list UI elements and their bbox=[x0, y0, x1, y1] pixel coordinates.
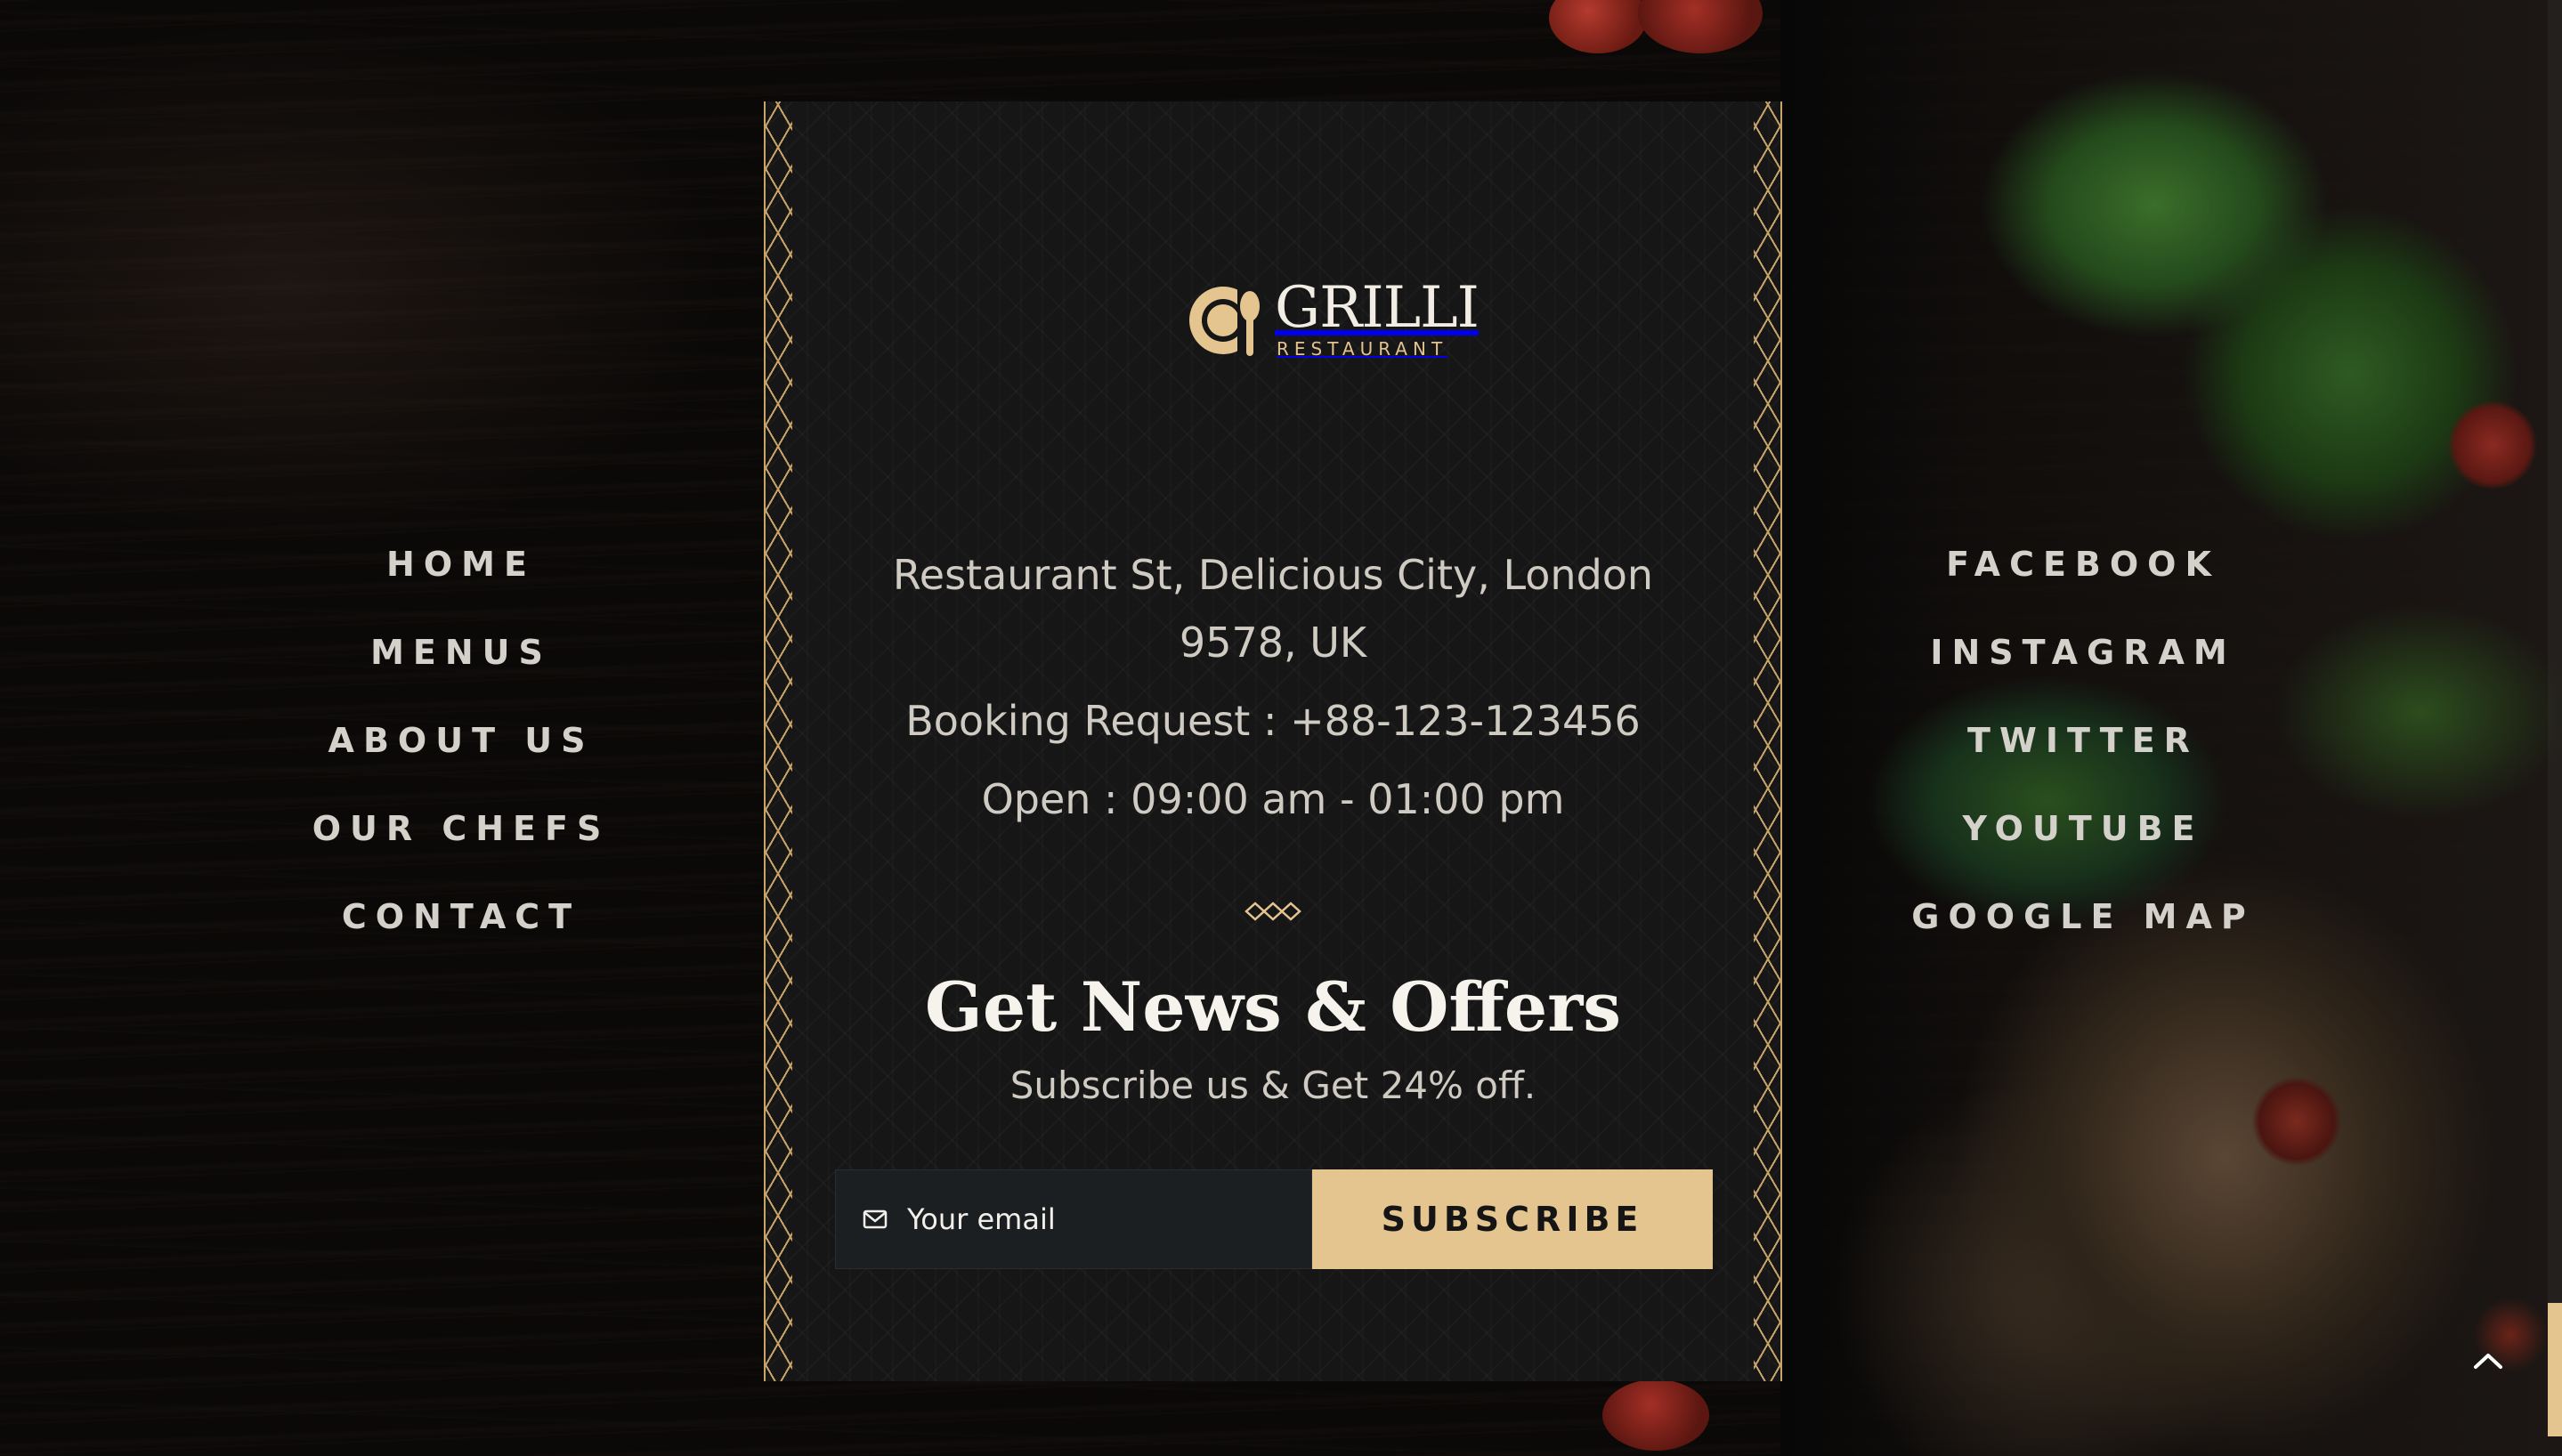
logo[interactable]: GRILLI RESTAURANT bbox=[1188, 279, 1480, 360]
scrollbar-track[interactable] bbox=[2548, 0, 2562, 1303]
footer-link-about-us[interactable]: ABOUT US bbox=[328, 710, 595, 798]
subscribe-button[interactable]: SUBSCRIBE bbox=[1312, 1169, 1713, 1269]
back-to-top-button[interactable] bbox=[2430, 1303, 2546, 1419]
email-input[interactable] bbox=[907, 1193, 1299, 1246]
footer-nav: HOME MENUS ABOUT US OUR CHEFS CONTACT bbox=[194, 534, 728, 975]
decorative-border-left bbox=[764, 101, 792, 1381]
logo-tagline: RESTAURANT bbox=[1277, 338, 1448, 360]
email-field-wrapper[interactable] bbox=[835, 1169, 1312, 1269]
chevron-up-icon bbox=[2474, 1354, 2502, 1369]
footer-brand-card: GRILLI RESTAURANT Restaurant St, Delicio… bbox=[764, 101, 1782, 1381]
plate-spoon-icon bbox=[1189, 287, 1264, 358]
logo-name: GRILLI bbox=[1275, 275, 1480, 341]
social-link-facebook[interactable]: FACEBOOK bbox=[1946, 534, 2220, 622]
opening-hours: Open : 09:00 am - 01:00 pm bbox=[981, 775, 1565, 823]
subscribe-form: SUBSCRIBE bbox=[835, 1169, 1713, 1269]
booking-phone: Booking Request : +88-123-123456 bbox=[905, 697, 1641, 745]
social-link-youtube[interactable]: YOUTUBE bbox=[1962, 798, 2203, 886]
scrollbar-thumb[interactable] bbox=[2548, 1303, 2562, 1436]
social-link-google-map[interactable]: GOOGLE MAP bbox=[1911, 886, 2254, 975]
social-nav: FACEBOOK INSTAGRAM TWITTER YOUTUBE GOOGL… bbox=[1816, 534, 2350, 975]
mail-icon bbox=[863, 1209, 888, 1229]
social-link-twitter[interactable]: TWITTER bbox=[1967, 710, 2199, 798]
newsletter-subtitle: Subscribe us & Get 24% off. bbox=[1009, 1064, 1536, 1107]
address-text: Restaurant St, Delicious City, London 95… bbox=[892, 551, 1654, 667]
social-link-instagram[interactable]: INSTAGRAM bbox=[1930, 622, 2235, 710]
footer-link-menus[interactable]: MENUS bbox=[370, 622, 552, 710]
footer-link-home[interactable]: HOME bbox=[386, 534, 536, 622]
footer-link-our-chefs[interactable]: OUR CHEFS bbox=[312, 798, 611, 886]
diamond-separator-icon bbox=[1245, 902, 1301, 921]
newsletter-title: Get News & Offers bbox=[924, 967, 1622, 1047]
decorative-border-right bbox=[1754, 101, 1782, 1381]
footer-link-contact[interactable]: CONTACT bbox=[342, 886, 580, 975]
background-tomato bbox=[1602, 1379, 1709, 1451]
